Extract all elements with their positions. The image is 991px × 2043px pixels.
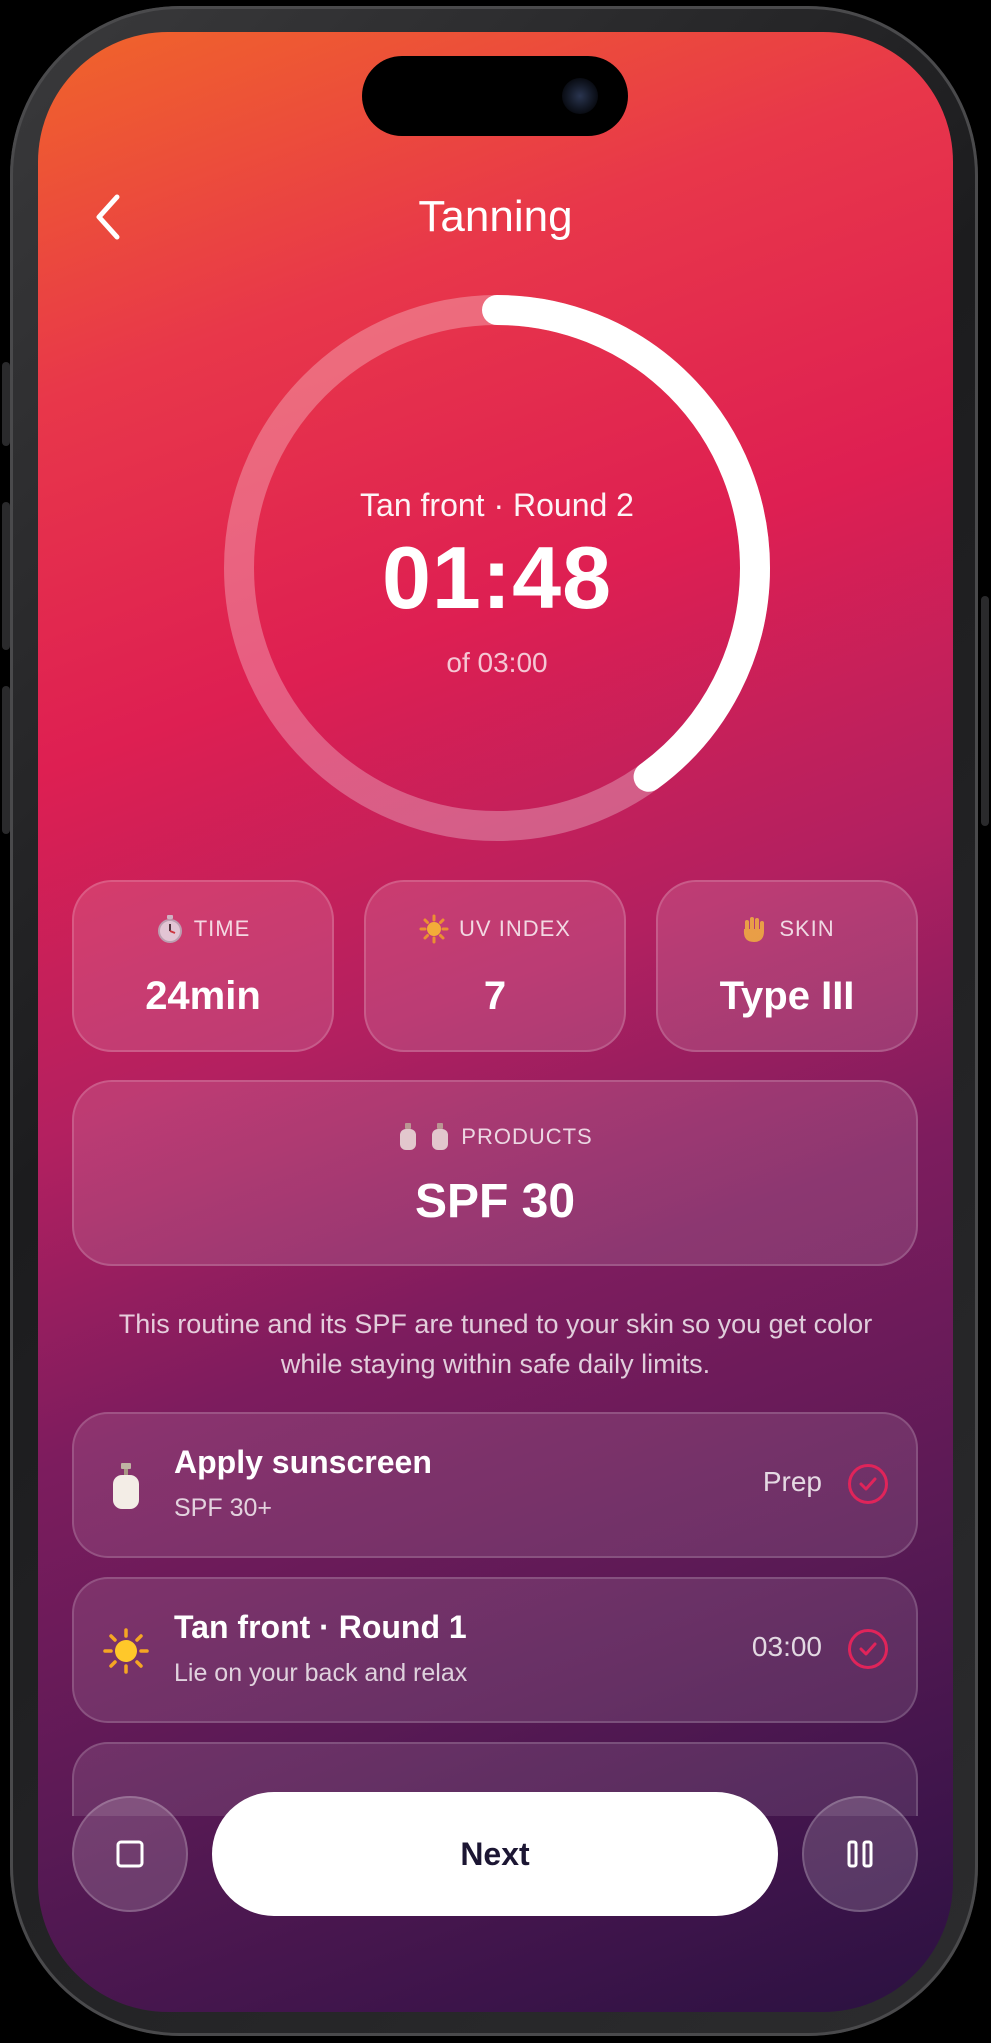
routine-info-text: This routine and its SPF are tuned to yo…: [118, 1309, 873, 1379]
power-button: [981, 596, 989, 826]
lotion-bottle-icon: [432, 1123, 449, 1150]
stopwatch-icon: [157, 915, 182, 943]
stat-label: SKIN: [779, 916, 835, 941]
dynamic-island: [362, 56, 628, 136]
products-label: PRODUCTS: [461, 1124, 593, 1149]
stat-value: 24min: [145, 974, 261, 1018]
timer-step-label: Tan front · Round 2: [360, 487, 634, 523]
timer-readout: Tan front · Round 2 01:48 of 03:00: [224, 295, 770, 841]
timer-elapsed: 01:48: [381, 528, 613, 627]
stat-label: UV INDEX: [459, 916, 571, 941]
action-button: [2, 362, 10, 446]
stop-button[interactable]: [72, 1796, 188, 1912]
stat-value: 7: [483, 974, 507, 1018]
step-item-apply-sunscreen[interactable]: Apply sunscreen SPF 30+ Prep: [72, 1412, 918, 1558]
page-title: Tanning: [418, 192, 573, 241]
stat-label: TIME: [193, 916, 251, 941]
stop-icon: [116, 1840, 144, 1868]
step-subtitle: Lie on your back and relax: [174, 1659, 468, 1687]
stat-card-uv-index: UV INDEX 7: [364, 880, 626, 1052]
steps-list: Apply sunscreen SPF 30+ Prep Tan front ·…: [38, 1412, 953, 1816]
check-icon: [848, 1629, 888, 1669]
timer-total: of 03:00: [446, 647, 548, 678]
products-value: SPF 30: [414, 1175, 576, 1228]
pause-button[interactable]: [802, 1796, 918, 1912]
lotion-bottle-icon: [113, 1463, 139, 1509]
step-subtitle: SPF 30+: [174, 1494, 272, 1522]
volume-down-button: [2, 686, 10, 834]
volume-up-button: [2, 502, 10, 650]
app-screen: Tanning Tan front · Round 2 01:48 of 03:…: [38, 32, 953, 2012]
stat-card-skin: SKIN Type III: [656, 880, 918, 1052]
pause-icon: [847, 1840, 873, 1868]
stat-card-time: TIME 24min: [72, 880, 334, 1052]
step-item-tan-front-round-1[interactable]: Tan front · Round 1 Lie on your back and…: [72, 1577, 918, 1723]
sun-icon: [103, 1628, 149, 1674]
sun-icon: [419, 914, 449, 944]
step-title: Tan front · Round 1: [174, 1609, 467, 1645]
products-card: PRODUCTS SPF 30: [72, 1080, 918, 1266]
step-meta: Prep: [762, 1466, 822, 1497]
step-icon: [102, 1625, 150, 1677]
check-icon: [848, 1464, 888, 1504]
step-title: Apply sunscreen: [174, 1444, 432, 1480]
stat-card-head: SKIN: [658, 914, 916, 944]
front-camera: [562, 78, 598, 114]
stat-card-head: TIME: [74, 914, 332, 944]
lotion-bottle-icon: [400, 1123, 417, 1150]
stat-value: Type III: [719, 974, 855, 1018]
stat-card-head: UV INDEX: [366, 914, 624, 944]
products-head: PRODUCTS: [74, 1122, 916, 1152]
step-icon: [102, 1460, 150, 1512]
step-meta: 03:00: [751, 1631, 822, 1662]
hand-icon: [744, 917, 765, 942]
next-button[interactable]: Next: [212, 1792, 778, 1916]
